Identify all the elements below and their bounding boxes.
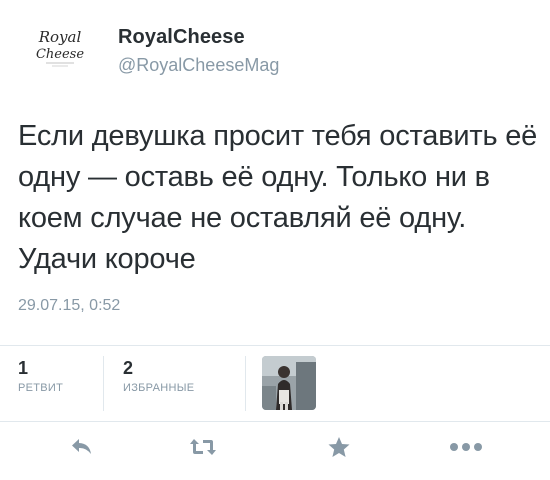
favoriter-avatar[interactable] [262,356,316,410]
divider [0,345,550,346]
more-dots-icon [450,443,482,451]
favorite-label: ИЗБРАННЫЕ [123,382,195,394]
stat-separator [103,356,104,411]
screen-name[interactable]: @RoyalCheeseMag [118,55,279,76]
retweet-count: 1 [18,358,29,378]
display-name[interactable]: RoyalCheese [118,26,245,49]
svg-text:Royal: Royal [38,28,82,46]
retweet-stat[interactable]: 1 РЕТВИТ [18,357,63,394]
favorite-stat[interactable]: 2 ИЗБРАННЫЕ [123,357,194,394]
tweet-timestamp[interactable]: 29.07.15, 0:52 [18,297,120,315]
favorite-button[interactable] [321,432,357,462]
retweet-button[interactable] [185,432,221,462]
favorite-star-icon [328,437,350,457]
divider [0,421,550,422]
favorite-count: 2 [123,358,134,378]
reply-button[interactable] [64,432,100,462]
user-photo-icon [262,356,316,410]
stat-separator [245,356,246,411]
profile-avatar-logo[interactable]: Royal Cheese [22,18,98,74]
tweet-card: Royal Cheese RoyalCheese @RoyalCheeseMag… [0,0,550,480]
royal-cheese-logo-icon: Royal Cheese [22,18,98,74]
more-button[interactable] [448,432,484,462]
tweet-text: Если девушка просит тебя оставить её одн… [18,120,538,275]
svg-text:Cheese: Cheese [36,47,84,62]
reply-icon [72,439,91,454]
retweet-icon [190,439,216,455]
retweet-label: РЕТВИТ [18,382,64,394]
